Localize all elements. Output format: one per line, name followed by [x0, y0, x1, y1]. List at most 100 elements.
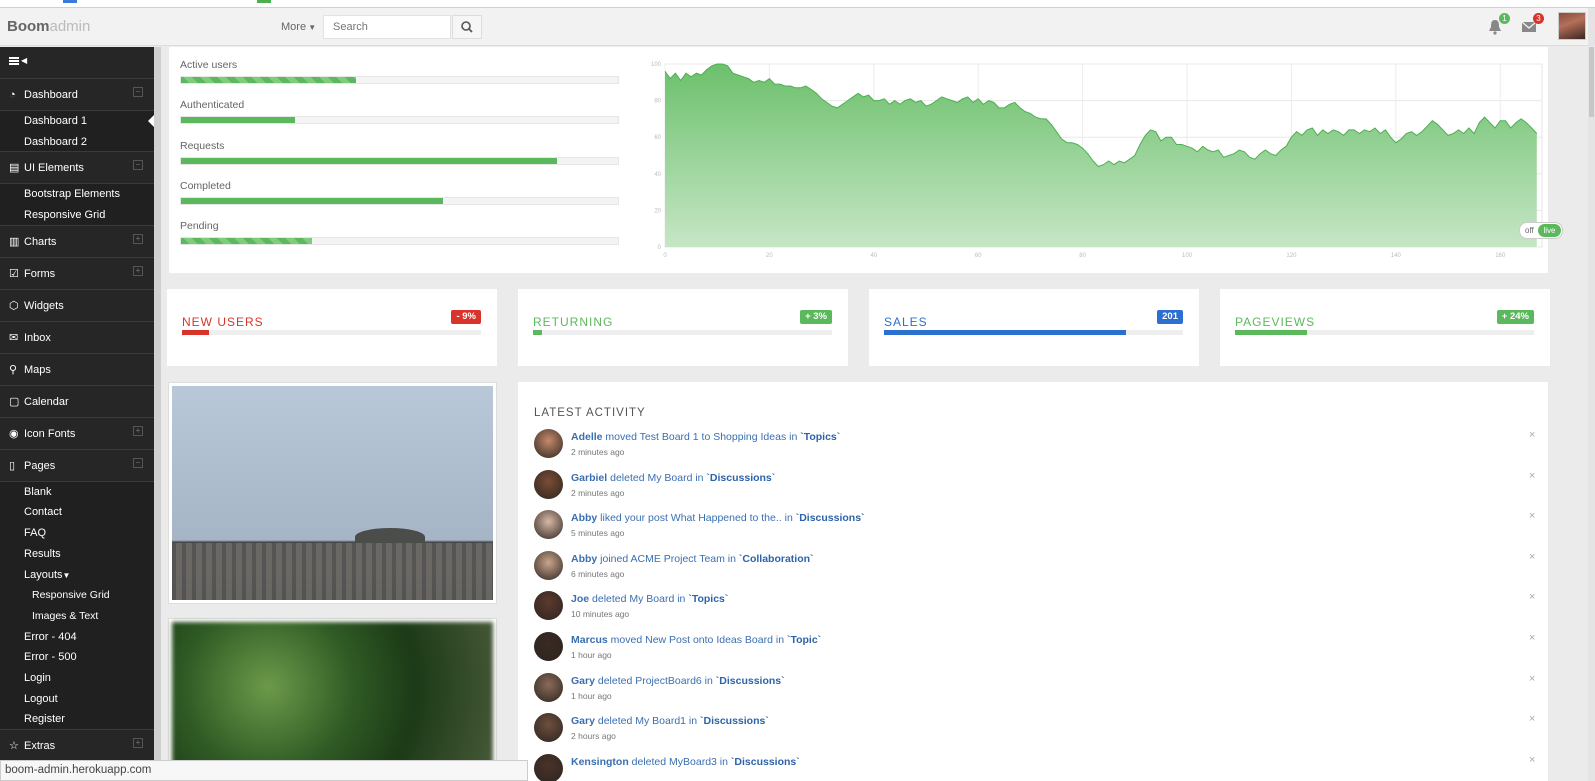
- sidebar-item-icon-fonts[interactable]: ◉ Icon Fonts +: [0, 418, 154, 450]
- sidebar-subitem-results[interactable]: Results: [0, 543, 154, 565]
- sidebar-subitem-login[interactable]: Login: [0, 667, 154, 689]
- activity-avatar[interactable]: [534, 510, 563, 540]
- kpi-card[interactable]: NEW USERS - 9%: [167, 289, 497, 366]
- sidebar-toggle[interactable]: ◀: [0, 47, 154, 79]
- sidebar-subitem-responsive-grid-layout[interactable]: Responsive Grid: [0, 585, 154, 606]
- sidebar-subitem-error-404[interactable]: Error - 404: [0, 626, 154, 648]
- kpi-progress-fill: [533, 330, 542, 335]
- calendar-icon: ▢: [9, 395, 20, 408]
- expand-icon[interactable]: −: [133, 87, 143, 97]
- more-menu-button[interactable]: More ▼: [281, 21, 316, 33]
- sidebar-subitem-logout[interactable]: Logout: [0, 688, 154, 710]
- close-icon[interactable]: ×: [1529, 591, 1535, 603]
- sidebar-subitem-dashboard-2[interactable]: Dashboard 2: [0, 131, 154, 153]
- sidebar-subitem-error-500[interactable]: Error - 500: [0, 647, 154, 668]
- brand-logo[interactable]: Boomadmin: [7, 18, 90, 35]
- kpi-badge: 201: [1157, 310, 1183, 324]
- activity-user-link[interactable]: Gary: [571, 675, 595, 687]
- browser-tab-icon[interactable]: [257, 0, 271, 3]
- activity-user-link[interactable]: Abby: [571, 553, 597, 565]
- activity-target-link[interactable]: `Discussions`: [731, 756, 800, 768]
- close-icon[interactable]: ×: [1529, 632, 1535, 644]
- activity-user-link[interactable]: Adelle: [571, 431, 603, 443]
- sidebar-subitem-images-text[interactable]: Images & Text: [0, 605, 154, 627]
- expand-icon[interactable]: +: [133, 233, 143, 244]
- activity-avatar[interactable]: [534, 713, 563, 743]
- chart-y-tick-label: 40: [654, 172, 661, 178]
- activity-avatar[interactable]: [534, 429, 563, 458]
- sidebar-subitem-faq[interactable]: FAQ: [0, 523, 154, 544]
- activity-target-link[interactable]: `Discussions`: [716, 675, 785, 687]
- close-icon[interactable]: ×: [1529, 673, 1535, 685]
- close-icon[interactable]: ×: [1529, 551, 1535, 563]
- sidebar-subitem-contact[interactable]: Contact: [0, 502, 154, 524]
- sidebar-item-inbox[interactable]: ✉ Inbox: [0, 322, 154, 354]
- expand-icon[interactable]: −: [133, 160, 143, 171]
- live-toggle[interactable]: off live: [1519, 222, 1563, 239]
- activity-user-link[interactable]: Garbiel: [571, 472, 607, 484]
- sidebar-item-dashboard[interactable]: ◔ Dashboard −: [0, 79, 154, 111]
- activity-user-link[interactable]: Gary: [571, 715, 595, 727]
- activity-avatar[interactable]: [534, 753, 563, 781]
- expand-icon[interactable]: −: [133, 457, 143, 468]
- activity-avatar[interactable]: [534, 632, 563, 661]
- close-icon[interactable]: ×: [1529, 429, 1535, 441]
- activity-user-link[interactable]: Kensington: [571, 756, 629, 768]
- sidebar-item-forms[interactable]: ☑ Forms +: [0, 258, 154, 290]
- sidebar-item-pages[interactable]: ▯ Pages −: [0, 450, 154, 482]
- top-navbar: Boomadmin More ▼ 1 3: [0, 8, 1595, 46]
- navbar-scrollbar[interactable]: [1588, 8, 1595, 46]
- expand-icon[interactable]: +: [133, 425, 143, 436]
- sidebar-item-extras[interactable]: ☆ Extras +: [0, 730, 154, 762]
- activity-avatar[interactable]: [534, 672, 563, 702]
- search-input[interactable]: [323, 15, 451, 39]
- activity-target-link[interactable]: `Discussions`: [706, 472, 775, 484]
- activity-avatar[interactable]: [534, 591, 563, 621]
- sidebar-item-calendar[interactable]: ▢ Calendar: [0, 386, 154, 418]
- kpi-card[interactable]: RETURNING + 3%: [518, 289, 848, 366]
- activity-target-link[interactable]: `Collaboration`: [739, 553, 814, 565]
- kpi-card[interactable]: PAGEVIEWS + 24%: [1220, 289, 1550, 366]
- page-scrollbar[interactable]: [1588, 47, 1595, 781]
- activity-target-link[interactable]: `Discussions`: [796, 512, 865, 524]
- expand-icon[interactable]: +: [133, 738, 143, 748]
- sidebar-item-maps[interactable]: ⚲ Maps: [0, 354, 154, 386]
- scrollbar-thumb[interactable]: [1589, 47, 1594, 117]
- photo-card-trees[interactable]: [168, 618, 497, 781]
- sidebar-subitem-blank[interactable]: Blank: [0, 481, 154, 503]
- close-icon[interactable]: ×: [1529, 510, 1535, 522]
- sidebar-subitem-register[interactable]: Register: [0, 709, 154, 730]
- stat-label: Requests: [180, 140, 225, 152]
- close-icon[interactable]: ×: [1529, 754, 1535, 766]
- kpi-card[interactable]: SALES 201: [869, 289, 1199, 366]
- expand-icon[interactable]: +: [133, 265, 143, 276]
- activity-avatar[interactable]: [534, 469, 563, 499]
- browser-tab-icon[interactable]: [63, 0, 77, 3]
- activity-user-link[interactable]: Abby: [571, 512, 597, 524]
- kpi-progress-bar: [533, 330, 832, 335]
- activity-avatar[interactable]: [534, 550, 563, 580]
- search-button[interactable]: [452, 15, 482, 39]
- activity-target-link[interactable]: `Topic`: [787, 634, 821, 646]
- activity-target-link[interactable]: `Discussions`: [700, 715, 769, 727]
- notifications-button[interactable]: 1: [1486, 13, 1510, 35]
- sidebar-item-charts[interactable]: ▥ Charts +: [0, 226, 154, 258]
- activity-target-link[interactable]: `Topics`: [688, 593, 728, 605]
- activity-target-link[interactable]: `Topics`: [800, 431, 840, 443]
- messages-button[interactable]: 3: [1520, 13, 1544, 35]
- photo-card-dock[interactable]: [168, 382, 497, 604]
- sidebar-subitem-dashboard-1[interactable]: Dashboard 1: [0, 111, 154, 132]
- close-icon[interactable]: ×: [1529, 470, 1535, 482]
- sidebar-subitem-bootstrap-elements[interactable]: Bootstrap Elements: [0, 184, 154, 206]
- activity-user-link[interactable]: Marcus: [571, 634, 608, 646]
- close-icon[interactable]: ×: [1529, 713, 1535, 725]
- user-avatar[interactable]: [1558, 12, 1586, 40]
- sidebar-subitem-layouts[interactable]: Layouts▼: [0, 564, 154, 586]
- sidebar-scrollbar[interactable]: [154, 47, 161, 781]
- activity-user-link[interactable]: Joe: [571, 593, 589, 605]
- toggle-live-label: live: [1538, 224, 1561, 237]
- sidebar-item-widgets[interactable]: ⬡ Widgets: [0, 290, 154, 322]
- sidebar-subitem-responsive-grid[interactable]: Responsive Grid: [0, 205, 154, 226]
- sidebar-item-ui-elements[interactable]: ▤ UI Elements −: [0, 152, 154, 185]
- server-stats-panel: Active users Authenticated Requests Complet…: [169, 47, 1563, 273]
